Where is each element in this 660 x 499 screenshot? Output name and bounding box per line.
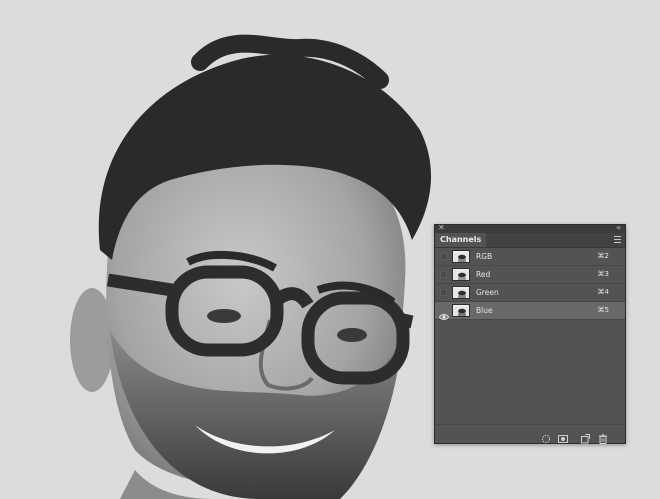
load-selection-icon[interactable] (541, 429, 551, 444)
collapse-panel-icon[interactable]: « (616, 223, 621, 233)
channel-row-rgb[interactable]: RGB ⌘2 (435, 248, 625, 266)
channel-row-green[interactable]: Green ⌘4 (435, 284, 625, 302)
save-selection-icon[interactable] (558, 429, 568, 443)
panel-menu-icon[interactable] (614, 236, 621, 243)
visibility-toggle[interactable] (440, 289, 447, 296)
panel-header: Channels (435, 233, 625, 248)
channel-shortcut: ⌘3 (597, 270, 609, 278)
panel-footer (435, 424, 625, 444)
channels-panel: ✕ « Channels RGB ⌘2 Red ⌘3 Green ⌘4 Blue… (434, 223, 626, 444)
channel-row-blue[interactable]: Blue ⌘5 (435, 302, 625, 320)
visibility-toggle[interactable] (440, 253, 447, 260)
panel-title-bar[interactable]: ✕ « (435, 223, 625, 233)
visibility-toggle[interactable] (440, 271, 447, 278)
channel-thumbnail (452, 268, 470, 281)
channel-row-red[interactable]: Red ⌘3 (435, 266, 625, 284)
channel-name: RGB (476, 252, 493, 261)
channel-name: Green (476, 288, 499, 297)
eye-icon[interactable] (438, 306, 450, 320)
channel-thumbnail (452, 286, 470, 299)
close-panel-icon[interactable]: ✕ (438, 223, 445, 233)
channel-shortcut: ⌘5 (597, 306, 609, 314)
tab-channels[interactable]: Channels (435, 233, 487, 247)
channel-shortcut: ⌘4 (597, 288, 609, 296)
channel-list: RGB ⌘2 Red ⌘3 Green ⌘4 Blue ⌘5 (435, 248, 625, 320)
channel-thumbnail (452, 304, 470, 317)
channel-name: Blue (476, 306, 493, 315)
channel-shortcut: ⌘2 (597, 252, 609, 260)
channel-thumbnail (452, 250, 470, 263)
channel-name: Red (476, 270, 491, 279)
delete-channel-icon[interactable] (598, 429, 608, 444)
new-channel-icon[interactable] (580, 429, 590, 444)
